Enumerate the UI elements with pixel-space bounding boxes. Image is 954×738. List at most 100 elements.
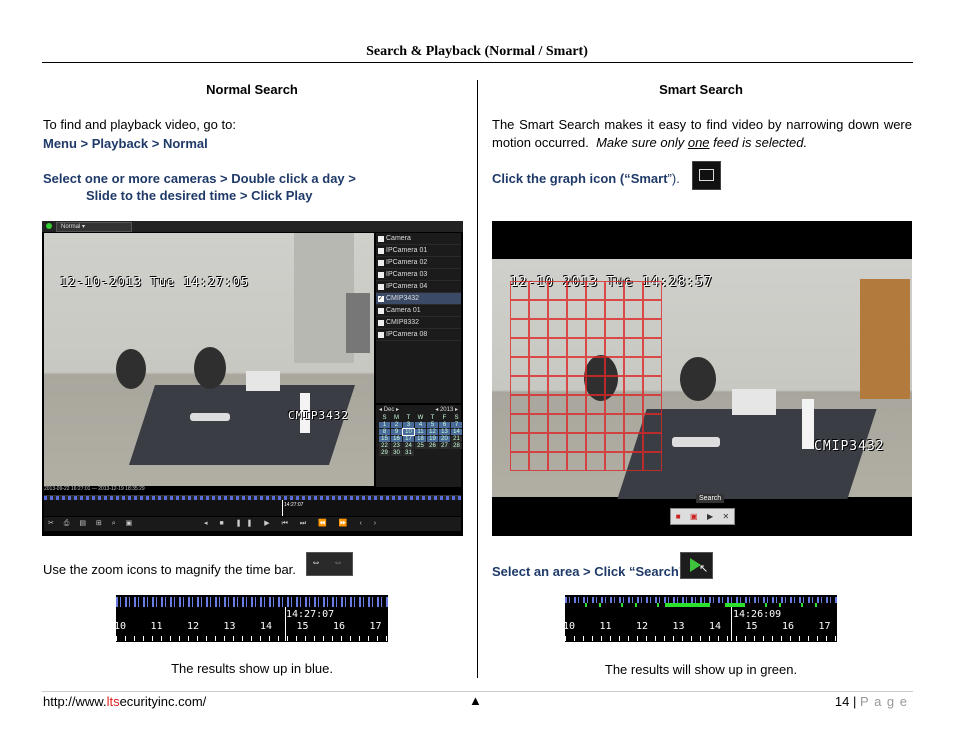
camera-checkbox[interactable] [378, 247, 384, 254]
motion-grid-cell[interactable] [605, 357, 624, 376]
motion-grid-cell[interactable] [605, 376, 624, 395]
motion-grid-cell[interactable] [510, 338, 529, 357]
calendar-day[interactable]: 1 [379, 422, 390, 428]
camera-checkbox[interactable] [378, 259, 384, 266]
calendar-day[interactable]: 21 [451, 436, 462, 442]
calendar-day[interactable]: 9 [391, 429, 402, 435]
month-selector[interactable]: ◂ Dec ▸ [379, 406, 399, 413]
camera-item[interactable]: IPCamera 04 [376, 281, 461, 293]
calendar-day[interactable]: 5 [427, 422, 438, 428]
motion-grid-cell[interactable] [567, 281, 586, 300]
camera-checkbox[interactable] [378, 307, 384, 314]
calendar-day[interactable]: 13 [439, 429, 450, 435]
motion-grid-cell[interactable] [510, 395, 529, 414]
camera-checkbox[interactable] [378, 283, 384, 290]
calendar-day[interactable]: 3 [403, 422, 414, 428]
calendar-day[interactable]: 16 [391, 436, 402, 442]
motion-selection-grid[interactable] [510, 281, 662, 471]
calendar-day[interactable]: 8 [379, 429, 390, 435]
calendar-day[interactable]: 29 [379, 450, 390, 456]
calendar-day[interactable]: 20 [439, 436, 450, 442]
transport-icons[interactable]: ◂ ■ ❚❚ ▶ ⏮ ⏭ ⏪ ⏩ ‹ › [204, 519, 381, 528]
search-play-icon[interactable]: ▶ [707, 512, 713, 521]
calendar-day[interactable]: 10 [402, 428, 415, 436]
back-to-top-icon[interactable]: ▲ [469, 693, 482, 708]
motion-grid-cell[interactable] [548, 452, 567, 471]
camera-item[interactable]: IPCamera 02 [376, 257, 461, 269]
motion-grid-cell[interactable] [643, 414, 662, 433]
motion-grid-cell[interactable] [529, 338, 548, 357]
motion-grid-cell[interactable] [510, 281, 529, 300]
motion-grid-cell[interactable] [548, 300, 567, 319]
motion-grid-cell[interactable] [529, 433, 548, 452]
camera-item-selected[interactable]: ✓ CMIP3432 [376, 293, 461, 305]
motion-grid-cell[interactable] [643, 357, 662, 376]
motion-grid-cell[interactable] [567, 300, 586, 319]
motion-grid-cell[interactable] [529, 300, 548, 319]
camera-item[interactable]: IPCamera 01 [376, 245, 461, 257]
motion-grid-cell[interactable] [586, 414, 605, 433]
calendar-day[interactable]: 27 [439, 443, 450, 449]
camera-item[interactable]: CMIP8332 [376, 317, 461, 329]
motion-grid-cell[interactable] [643, 319, 662, 338]
search-play-button[interactable]: ↖ [680, 552, 713, 579]
calendar-day[interactable]: 25 [415, 443, 426, 449]
camera-item[interactable]: IPCamera 03 [376, 269, 461, 281]
motion-grid-cell[interactable] [510, 319, 529, 338]
calendar-day[interactable]: 31 [403, 450, 414, 456]
calendar-day[interactable]: 23 [391, 443, 402, 449]
motion-grid-cell[interactable] [548, 357, 567, 376]
motion-grid-cell[interactable] [624, 357, 643, 376]
close-icon[interactable]: ✕ [723, 512, 730, 521]
motion-grid-cell[interactable] [586, 433, 605, 452]
motion-grid-cell[interactable] [548, 319, 567, 338]
motion-grid-cell[interactable] [529, 357, 548, 376]
motion-grid-cell[interactable] [643, 433, 662, 452]
motion-grid-cell[interactable] [510, 300, 529, 319]
motion-grid-cell[interactable] [624, 433, 643, 452]
motion-grid-cell[interactable] [548, 281, 567, 300]
motion-grid-cell[interactable] [643, 300, 662, 319]
motion-grid-cell[interactable] [510, 414, 529, 433]
calendar-day[interactable]: 4 [415, 422, 426, 428]
motion-grid-cell[interactable] [643, 395, 662, 414]
motion-grid-cell[interactable] [510, 357, 529, 376]
smart-graph-icon[interactable] [692, 161, 721, 190]
mode-select[interactable]: Normal ▾ [56, 222, 132, 232]
camera-checkbox[interactable] [378, 271, 384, 278]
motion-grid-cell[interactable] [624, 319, 643, 338]
motion-grid-cell[interactable] [643, 281, 662, 300]
draw-area-icon[interactable]: ■ [676, 512, 681, 521]
motion-grid-cell[interactable] [643, 452, 662, 471]
camera-item[interactable]: Camera 01 [376, 305, 461, 317]
motion-grid-cell[interactable] [624, 281, 643, 300]
motion-grid-cell[interactable] [586, 281, 605, 300]
motion-grid-cell[interactable] [605, 338, 624, 357]
zoom-out-icon[interactable]: ⇔ [333, 557, 343, 568]
motion-grid-cell[interactable] [510, 376, 529, 395]
camera-item[interactable]: IPCamera 08 [376, 329, 461, 341]
motion-grid-cell[interactable] [529, 281, 548, 300]
calendar-day[interactable]: 26 [427, 443, 438, 449]
motion-grid-cell[interactable] [586, 338, 605, 357]
motion-grid-cell[interactable] [586, 300, 605, 319]
motion-grid-cell[interactable] [510, 452, 529, 471]
motion-grid-cell[interactable] [567, 452, 586, 471]
motion-grid-cell[interactable] [605, 395, 624, 414]
motion-grid-cell[interactable] [605, 414, 624, 433]
calendar-day[interactable]: 19 [427, 436, 438, 442]
motion-grid-cell[interactable] [605, 281, 624, 300]
year-selector[interactable]: ◂ 2013 ▸ [435, 406, 458, 413]
camera-checkbox[interactable] [378, 331, 384, 338]
motion-grid-cell[interactable] [624, 338, 643, 357]
motion-grid-cell[interactable] [567, 414, 586, 433]
motion-grid-cell[interactable] [548, 414, 567, 433]
motion-grid-cell[interactable] [548, 338, 567, 357]
calendar-day[interactable]: 14 [451, 429, 462, 435]
calendar-day[interactable]: 17 [403, 436, 414, 442]
calendar-day[interactable]: 12 [427, 429, 438, 435]
motion-grid-cell[interactable] [567, 338, 586, 357]
calendar-day[interactable]: 30 [391, 450, 402, 456]
calendar-day[interactable]: 28 [451, 443, 462, 449]
motion-grid-cell[interactable] [624, 414, 643, 433]
